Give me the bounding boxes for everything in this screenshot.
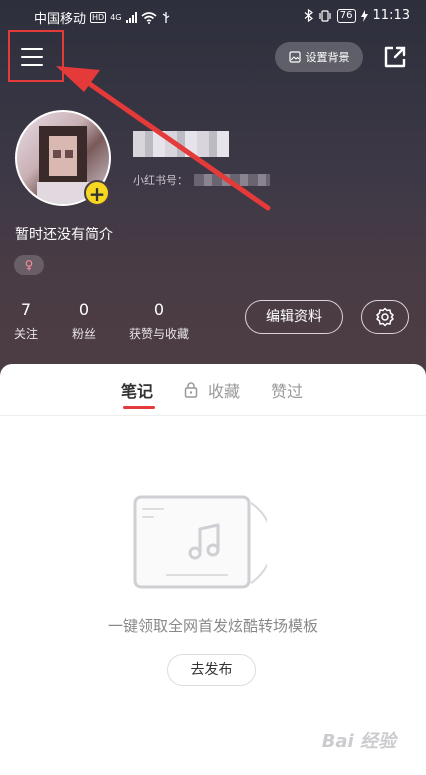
add-avatar-button[interactable]: + <box>84 180 110 206</box>
tab-notes[interactable]: 笔记 <box>121 378 153 402</box>
xhs-id-value-blurred <box>194 174 270 186</box>
active-tab-indicator <box>123 406 155 409</box>
signal-icon <box>125 12 137 23</box>
charging-icon <box>360 9 368 22</box>
xhs-id-label: 小红书号： <box>133 174 188 187</box>
stat-likes-label: 获赞与收藏 <box>129 327 190 341</box>
menu-button[interactable] <box>8 30 64 82</box>
stat-likes-collects[interactable]: 0 获赞与收藏 <box>129 300 189 342</box>
stat-following-value: 7 <box>20 300 32 319</box>
watermark: Bai 经验 <box>321 731 396 752</box>
usb-icon <box>162 12 169 23</box>
gear-icon <box>376 307 394 327</box>
set-background-label: 设置背景 <box>305 51 350 64</box>
tab-collections[interactable]: 收藏 <box>208 378 240 402</box>
xhs-id-row: 小红书号： <box>133 172 270 188</box>
stat-likes-value: 0 <box>153 300 165 319</box>
content-panel: 笔记 收藏 赞过 一键领取全网首发炫酷转场模板 去发布 <box>0 364 426 775</box>
lock-icon <box>184 382 198 398</box>
status-bar: 中国移动 HD 4G 76 11:13 <box>0 0 426 34</box>
settings-button[interactable] <box>361 300 409 334</box>
stat-following[interactable]: 7 关注 <box>14 300 38 342</box>
bio-text: 暂时还没有简介 <box>15 227 113 243</box>
stat-following-label: 关注 <box>14 327 39 341</box>
gender-female-icon: ♀ <box>14 255 44 275</box>
menu-icon <box>21 48 43 50</box>
share-icon[interactable] <box>382 44 408 70</box>
vibrate-icon <box>319 9 331 22</box>
tab-bar: 笔记 收藏 赞过 <box>0 364 426 416</box>
edit-profile-button[interactable]: 编辑资料 <box>245 300 343 334</box>
image-icon <box>288 51 301 63</box>
battery-level: 76 <box>336 8 356 23</box>
wifi-icon <box>140 11 157 24</box>
stat-followers[interactable]: 0 粉丝 <box>72 300 96 342</box>
network-type: 4G <box>110 13 122 22</box>
clock: 11:13 <box>372 8 410 23</box>
username-blurred <box>133 131 229 157</box>
empty-state-message: 一键领取全网首发炫酷转场模板 <box>107 617 318 635</box>
stat-followers-value: 0 <box>78 300 90 319</box>
carrier-name: 中国移动 <box>34 12 87 27</box>
hd-badge: HD <box>90 12 107 23</box>
publish-button[interactable]: 去发布 <box>167 654 256 686</box>
set-background-button[interactable]: 设置背景 <box>275 42 363 72</box>
tab-liked[interactable]: 赞过 <box>271 378 303 402</box>
bluetooth-icon <box>304 9 313 22</box>
music-album-icon <box>133 495 267 589</box>
stat-followers-label: 粉丝 <box>72 327 97 341</box>
